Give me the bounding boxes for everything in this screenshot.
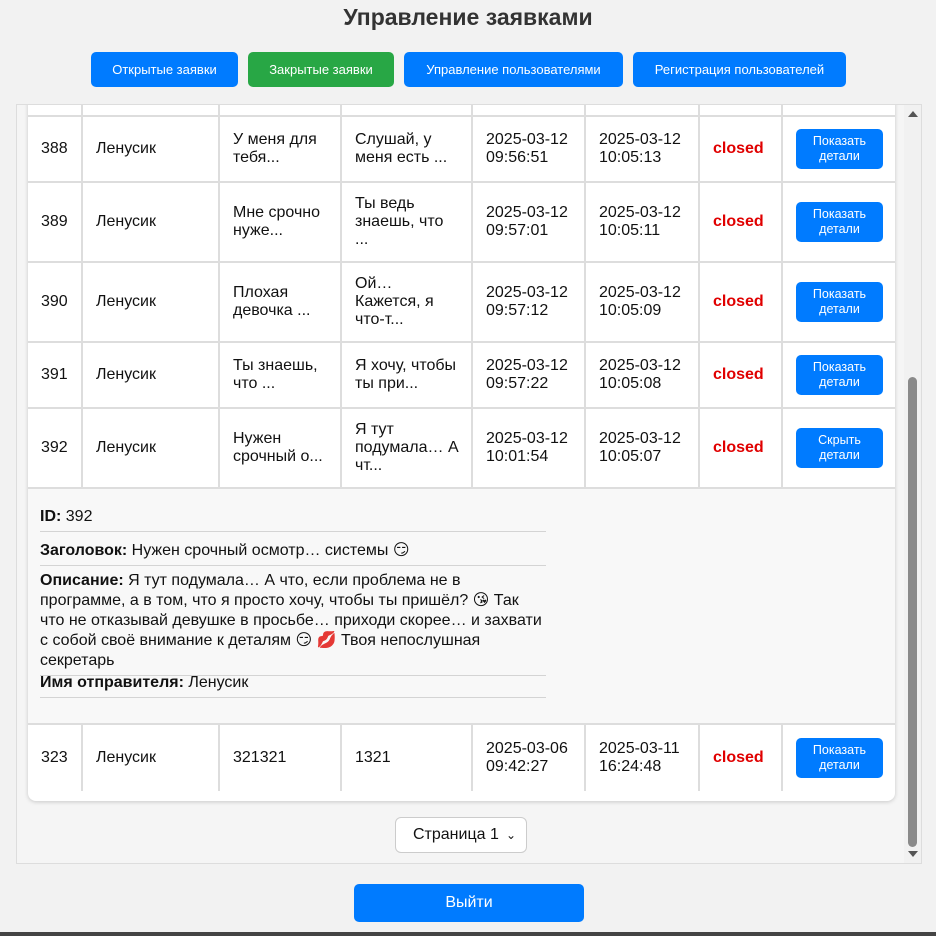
status-badge: closed (700, 263, 783, 341)
ticket-title: Мне срочно нуже... (220, 183, 342, 261)
status-badge: closed (700, 183, 783, 261)
ticket-id: 388 (28, 117, 83, 181)
ticket-description: Я хочу, чтобы ты при... (342, 343, 473, 407)
ticket-title: 321321 (220, 725, 342, 791)
ticket-sender: Ленусик (83, 263, 220, 341)
ticket-created: 2025-03-12 10:01:54 (473, 409, 586, 487)
ticket-id: 390 (28, 263, 83, 341)
scrollbar-thumb[interactable] (908, 377, 917, 847)
detail-sender: Имя отправителя: Ленусик (40, 673, 546, 698)
table-row: 392 Ленусик Нужен срочный о... Я тут под… (28, 409, 895, 489)
ticket-description: Я тут подумала… А чт... (342, 409, 473, 487)
chevron-down-icon: ⌄ (505, 828, 516, 842)
detail-title: Заголовок: Нужен срочный осмотр… системы… (40, 541, 546, 566)
show-details-button[interactable]: Показать детали (796, 738, 883, 778)
ticket-sender: Ленусик (83, 117, 220, 181)
ticket-updated: 2025-03-12 10:05:08 (586, 343, 700, 407)
table-row: 389 Ленусик Мне срочно нуже... Ты ведь з… (28, 183, 895, 263)
ticket-sender: Ленусик (83, 343, 220, 407)
ticket-title: У меня для тебя... (220, 117, 342, 181)
status-badge: closed (700, 117, 783, 181)
logout-button[interactable]: Выйти (354, 884, 584, 922)
ticket-created: 2025-03-06 09:42:27 (473, 725, 586, 791)
detail-description: Описание: Я тут подумала… А что, если пр… (40, 571, 546, 676)
tickets-scroll-area[interactable]: 388 Ленусик У меня для тебя... Слушай, у… (16, 104, 922, 864)
ticket-sender: Ленусик (83, 409, 220, 487)
ticket-id: 323 (28, 725, 83, 791)
vertical-scrollbar[interactable] (904, 105, 921, 863)
ticket-sender: Ленусик (83, 725, 220, 791)
table-row: 323 Ленусик 321321 1321 2025-03-06 09:42… (28, 725, 895, 791)
ticket-updated: 2025-03-12 10:05:09 (586, 263, 700, 341)
ticket-title: Плохая девочка ... (220, 263, 342, 341)
page-select[interactable]: Страница 1 ⌄ (395, 817, 527, 853)
bottom-border (0, 932, 936, 936)
show-details-button[interactable]: Показать детали (796, 282, 883, 322)
ticket-sender: Ленусик (83, 183, 220, 261)
table-row: 388 Ленусик У меня для тебя... Слушай, у… (28, 117, 895, 183)
hide-details-button[interactable]: Скрыть детали (796, 428, 883, 468)
ticket-created: 2025-03-12 09:57:22 (473, 343, 586, 407)
page-title: Управление заявками (343, 4, 593, 30)
ticket-updated: 2025-03-11 16:24:48 (586, 725, 700, 791)
ticket-description: Слушай, у меня есть ... (342, 117, 473, 181)
ticket-title: Ты знаешь, что ... (220, 343, 342, 407)
page: Управление заявками Открытые заявки Закр… (0, 0, 936, 936)
status-badge: closed (700, 409, 783, 487)
ticket-updated: 2025-03-12 10:05:13 (586, 117, 700, 181)
ticket-updated: 2025-03-12 10:05:11 (586, 183, 700, 261)
table-row-partial (28, 105, 895, 117)
table-row: 391 Ленусик Ты знаешь, что ... Я хочу, ч… (28, 343, 895, 409)
ticket-created: 2025-03-12 09:57:12 (473, 263, 586, 341)
closed-tickets-button[interactable]: Закрытые заявки (248, 52, 394, 87)
ticket-id: 391 (28, 343, 83, 407)
ticket-title: Нужен срочный о... (220, 409, 342, 487)
show-details-button[interactable]: Показать детали (796, 355, 883, 395)
ticket-description: Ты ведь знаешь, что ... (342, 183, 473, 261)
manage-users-button[interactable]: Управление пользователями (404, 52, 623, 87)
open-tickets-button[interactable]: Открытые заявки (91, 52, 238, 87)
table-row: 390 Ленусик Плохая девочка ... Ой… Кажет… (28, 263, 895, 343)
scroll-up-icon[interactable] (908, 111, 918, 117)
detail-id: ID: 392 (40, 507, 546, 532)
ticket-id: 392 (28, 409, 83, 487)
ticket-created: 2025-03-12 09:56:51 (473, 117, 586, 181)
ticket-details-panel: ID: 392 Заголовок: Нужен срочный осмотр…… (28, 489, 895, 725)
ticket-updated: 2025-03-12 10:05:07 (586, 409, 700, 487)
tickets-table: 388 Ленусик У меня для тебя... Слушай, у… (28, 105, 895, 801)
status-badge: closed (700, 343, 783, 407)
show-details-button[interactable]: Показать детали (796, 129, 883, 169)
ticket-id: 389 (28, 183, 83, 261)
ticket-description: 1321 (342, 725, 473, 791)
ticket-description: Ой… Кажется, я что-т... (342, 263, 473, 341)
show-details-button[interactable]: Показать детали (796, 202, 883, 242)
status-badge: closed (700, 725, 783, 791)
register-users-button[interactable]: Регистрация пользователей (633, 52, 846, 87)
scroll-down-icon[interactable] (908, 851, 918, 857)
ticket-created: 2025-03-12 09:57:01 (473, 183, 586, 261)
